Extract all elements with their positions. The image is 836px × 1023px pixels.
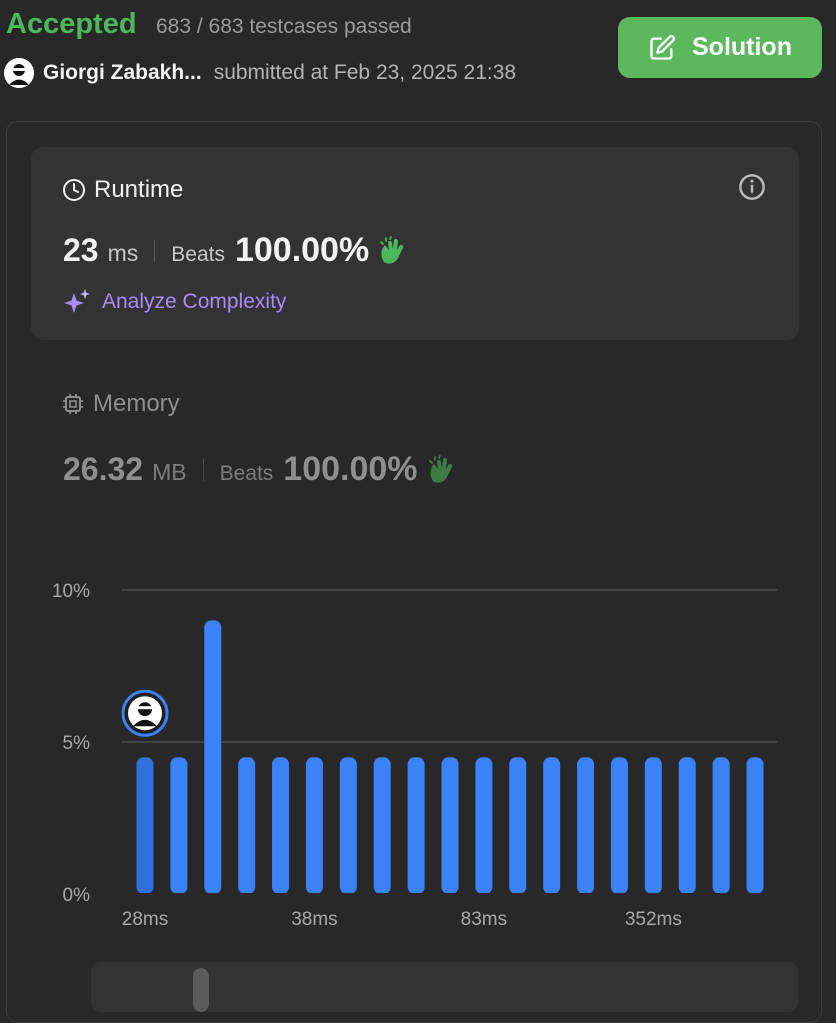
scroll-handle[interactable]: [193, 968, 209, 1012]
chip-icon: [63, 394, 83, 414]
bar[interactable]: [407, 757, 425, 894]
y-tick-label: 10%: [52, 581, 90, 602]
memory-value: 26.32: [63, 451, 144, 487]
runtime-beats-label: Beats: [171, 243, 225, 266]
bar[interactable]: [204, 620, 222, 894]
divider: [202, 458, 204, 481]
bar[interactable]: [610, 757, 628, 894]
memory-beats-label: Beats: [219, 462, 274, 485]
clap-icon: [428, 454, 452, 483]
x-tick-label: 38ms: [291, 909, 337, 930]
bar[interactable]: [678, 757, 696, 894]
chart-range-scrollbar[interactable]: [91, 962, 798, 1012]
bar[interactable]: [475, 757, 493, 894]
clap-icon: [380, 235, 404, 264]
runtime-unit: ms: [107, 240, 139, 266]
status-accepted: Accepted: [6, 8, 137, 40]
testcases-passed: 683 / 683 testcases passed: [156, 15, 412, 38]
runtime-metric-row: 23 ms Beats 100.00%: [63, 231, 407, 270]
memory-section[interactable]: Memory 26.32 MB Beats 100.00%: [61, 390, 801, 500]
memory-title-text: Memory: [93, 390, 180, 417]
runtime-value: 23: [63, 232, 99, 268]
x-tick-label: 352ms: [625, 909, 682, 930]
x-tick-label: 28ms: [122, 909, 168, 930]
bar[interactable]: [509, 757, 527, 894]
x-tick-label: 83ms: [461, 909, 507, 930]
runtime-title: Runtime: [62, 176, 183, 204]
y-tick-label: 5%: [63, 733, 91, 754]
memory-metric-row: 26.32 MB Beats 100.00%: [63, 450, 456, 489]
bar[interactable]: [644, 757, 662, 894]
username[interactable]: Giorgi Zabakh...: [43, 61, 202, 85]
sparkle-icon: [64, 289, 90, 313]
bar[interactable]: [170, 757, 188, 894]
runtime-title-text: Runtime: [94, 176, 184, 203]
runtime-beats-value: 100.00%: [234, 231, 370, 269]
bar[interactable]: [305, 757, 323, 894]
bar[interactable]: [238, 757, 256, 894]
bar[interactable]: [441, 757, 459, 894]
info-icon[interactable]: [738, 173, 766, 206]
runtime-distribution-chart[interactable]: 0% 5% 10% 28ms 38ms 83ms 352ms: [0, 560, 836, 940]
runtime-card[interactable]: Runtime 23 ms Beats 100.00% Analyze Comp…: [31, 147, 799, 340]
chart-baseline-mask: [121, 893, 777, 898]
bar[interactable]: [339, 757, 357, 894]
analyze-complexity-link[interactable]: Analyze Complexity: [63, 287, 286, 317]
bar[interactable]: [712, 757, 730, 894]
y-tick-label: 0%: [63, 885, 91, 906]
user-avatar-icon: [4, 58, 34, 88]
memory-beats-value: 100.00%: [283, 450, 418, 488]
clock-icon: [63, 179, 85, 201]
bar[interactable]: [746, 757, 764, 894]
bar[interactable]: [136, 757, 154, 894]
bar[interactable]: [272, 757, 290, 894]
memory-title: Memory: [61, 390, 180, 418]
submitted-time: submitted at Feb 23, 2025 21:38: [213, 61, 517, 84]
bar[interactable]: [577, 757, 595, 894]
solution-label: Solution: [692, 33, 792, 61]
submitter-row: Giorgi Zabakh... submitted at Feb 23, 20…: [4, 58, 516, 88]
submission-header: Accepted 683 / 683 testcases passed Gior…: [0, 0, 836, 110]
memory-unit: MB: [152, 459, 187, 485]
bar[interactable]: [543, 757, 561, 894]
user-marker-glasses: [137, 706, 153, 710]
avatar[interactable]: [4, 58, 34, 88]
solution-button[interactable]: Solution: [618, 17, 822, 78]
divider: [154, 239, 156, 262]
edit-icon: [650, 34, 675, 60]
bar[interactable]: [373, 757, 391, 894]
analyze-label: Analyze Complexity: [102, 290, 287, 313]
